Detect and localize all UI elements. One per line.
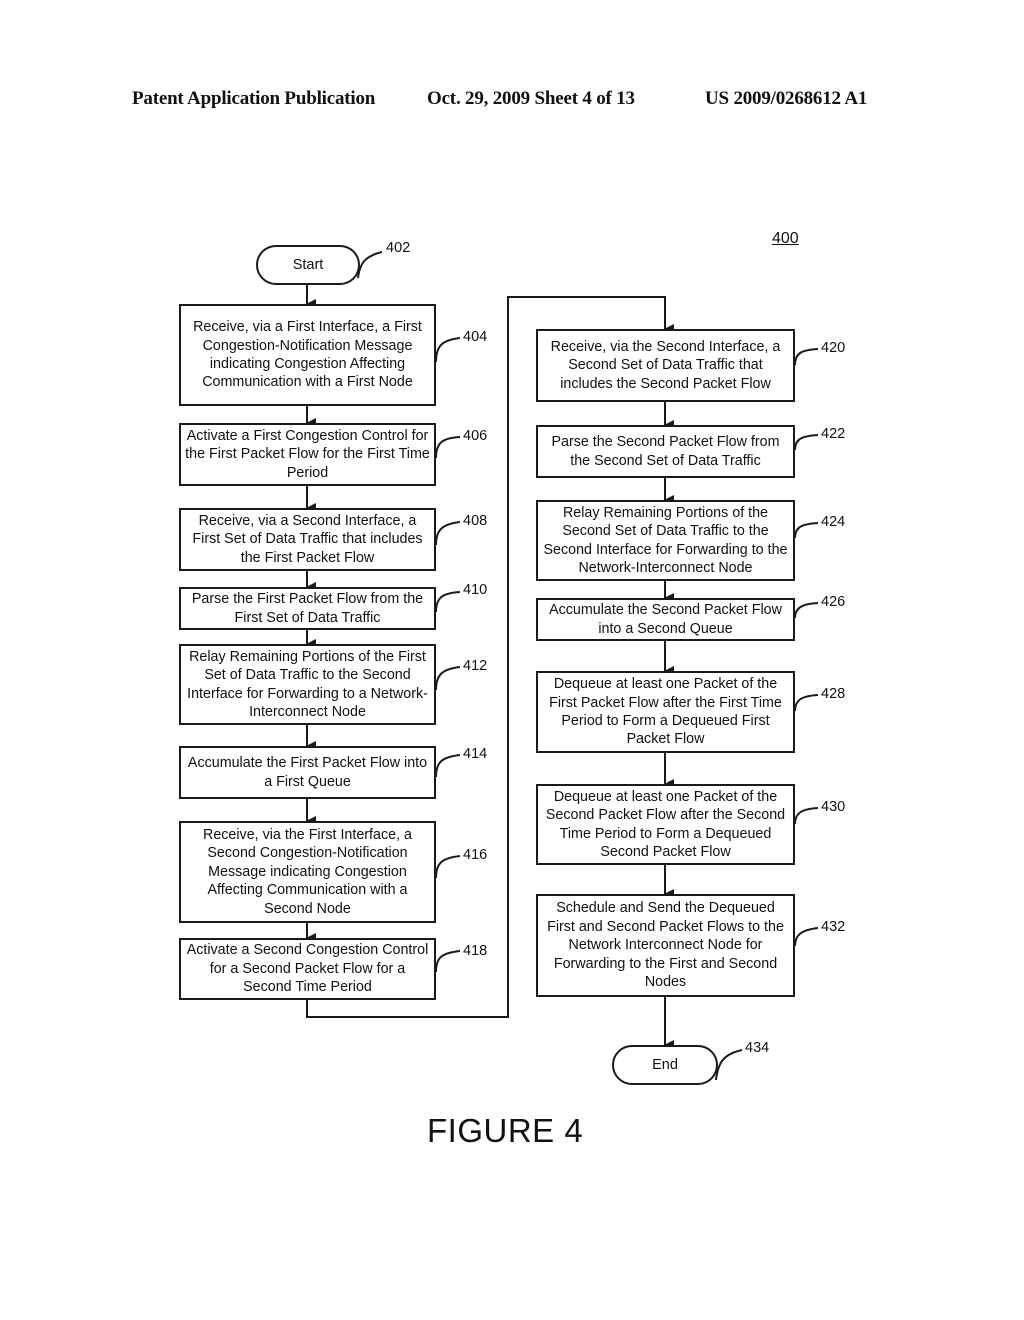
step-420-box: Receive, via the Second Interface, a Sec… (536, 329, 795, 402)
step-428-box: Dequeue at least one Packet of the First… (536, 671, 795, 753)
leader-420 (794, 348, 819, 366)
step-432-box: Schedule and Send the Dequeued First and… (536, 894, 795, 997)
ref-424: 424 (821, 514, 846, 530)
step-406-box: Activate a First Congestion Control for … (179, 423, 436, 486)
ref-410: 410 (463, 582, 488, 598)
ref-412: 412 (463, 658, 488, 674)
step-406-text: Activate a First Congestion Control for … (185, 427, 430, 481)
leader-432 (794, 927, 819, 947)
leader-430 (794, 807, 819, 825)
ref-430: 430 (821, 799, 846, 815)
end-terminal: End (612, 1045, 718, 1085)
step-422-box: Parse the Second Packet Flow from the Se… (536, 425, 795, 478)
ref-402: 402 (386, 240, 411, 256)
leader-434 (715, 1049, 743, 1081)
ref-418: 418 (463, 943, 488, 959)
step-404-text: Receive, via a First Interface, a First … (193, 319, 422, 391)
leader-414 (435, 754, 461, 778)
ref-434: 434 (745, 1040, 770, 1056)
step-422-text: Parse the Second Packet Flow from the Se… (551, 434, 780, 469)
leader-412 (435, 666, 461, 691)
ref-428: 428 (821, 686, 846, 702)
step-424-text: Relay Remaining Portions of the Second S… (543, 504, 788, 576)
leader-402 (357, 251, 383, 279)
ref-420: 420 (821, 340, 846, 356)
start-label: Start (292, 257, 324, 273)
leader-404 (435, 337, 461, 363)
end-label: End (652, 1057, 678, 1073)
step-416-text: Receive, via the First Interface, a Seco… (203, 826, 412, 917)
step-412-text: Relay Remaining Portions of the First Se… (187, 648, 428, 720)
leader-426 (794, 602, 819, 619)
step-404-box: Receive, via a First Interface, a First … (179, 304, 436, 406)
ref-408: 408 (463, 513, 488, 529)
step-432-text: Schedule and Send the Dequeued First and… (547, 900, 784, 991)
step-430-box: Dequeue at least one Packet of the Secon… (536, 784, 795, 865)
ref-426: 426 (821, 594, 846, 610)
leader-406 (435, 436, 461, 459)
step-418-text: Activate a Second Congestion Control for… (186, 942, 429, 996)
leader-408 (435, 521, 461, 546)
step-418-box: Activate a Second Congestion Control for… (179, 938, 436, 1000)
start-terminal: Start (256, 245, 360, 285)
step-420-text: Receive, via the Second Interface, a Sec… (550, 338, 781, 392)
step-408-box: Receive, via a Second Interface, a First… (179, 508, 436, 571)
ref-404: 404 (463, 329, 488, 345)
leader-416 (435, 855, 461, 879)
ref-432: 432 (821, 919, 846, 935)
step-426-box: Accumulate the Second Packet Flow into a… (536, 598, 795, 641)
step-410-text: Parse the First Packet Flow from the Fir… (191, 591, 424, 626)
step-426-text: Accumulate the Second Packet Flow into a… (549, 602, 782, 637)
step-424-box: Relay Remaining Portions of the Second S… (536, 500, 795, 581)
step-410-box: Parse the First Packet Flow from the Fir… (179, 587, 436, 630)
step-408-text: Receive, via a Second Interface, a First… (192, 512, 423, 566)
leader-410 (435, 591, 461, 613)
step-416-box: Receive, via the First Interface, a Seco… (179, 821, 436, 923)
step-414-text: Accumulate the First Packet Flow into a … (187, 755, 428, 790)
ref-406: 406 (463, 428, 488, 444)
step-428-text: Dequeue at least one Packet of the First… (549, 676, 782, 748)
leader-424 (794, 522, 819, 539)
step-430-text: Dequeue at least one Packet of the Secon… (545, 788, 786, 860)
ref-422: 422 (821, 426, 846, 442)
ref-414: 414 (463, 746, 488, 762)
step-414-box: Accumulate the First Packet Flow into a … (179, 746, 436, 799)
figure-caption: FIGURE 4 (427, 1112, 584, 1149)
step-412-box: Relay Remaining Portions of the First Se… (179, 644, 436, 725)
leader-422 (794, 434, 819, 451)
ref-416: 416 (463, 847, 488, 863)
leader-418 (435, 950, 461, 973)
leader-428 (794, 694, 819, 712)
